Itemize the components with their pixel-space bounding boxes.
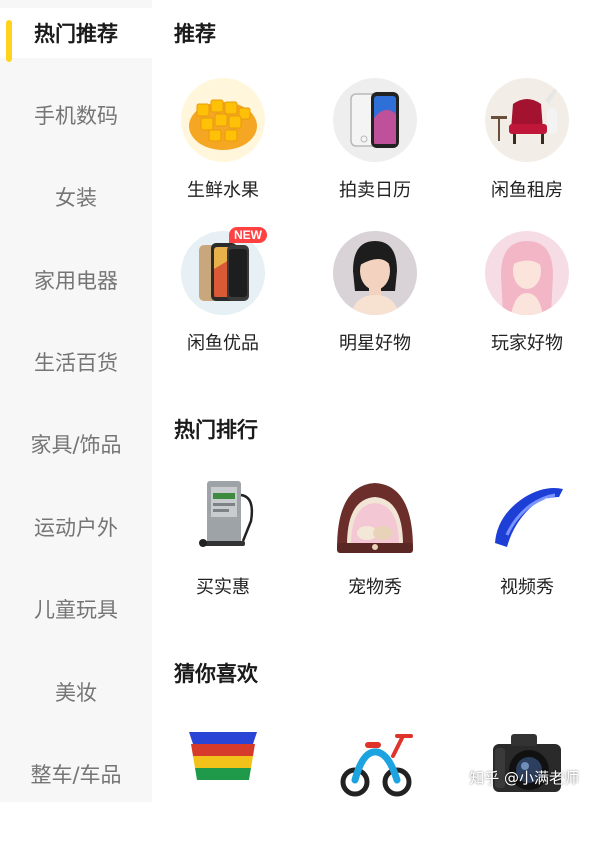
grid-item-label: 闲鱼优品	[187, 333, 259, 354]
armchair-image	[485, 78, 569, 162]
storage-bins-image	[181, 722, 265, 806]
camera-image	[485, 722, 569, 806]
pink-hair-portrait-image	[485, 231, 569, 315]
watermark: 知乎 @小满老师	[469, 769, 579, 787]
sidebar-item-label: 手机数码	[34, 104, 118, 128]
category-sidebar: 热门推荐 手机数码 女装 家用电器 生活百货 家具/饰品 运动户外 儿童玩具 美…	[0, 0, 152, 802]
motorcycle-fender-image	[485, 475, 569, 559]
balance-bike-image	[333, 722, 417, 806]
grid-item-label: 闲鱼租房	[491, 180, 563, 201]
sidebar-item-vehicles[interactable]: 整车/车品	[0, 749, 152, 799]
grid-item-label: 拍卖日历	[339, 180, 411, 201]
new-badge: NEW	[229, 227, 267, 243]
sidebar-item-furniture[interactable]: 家具/饰品	[0, 419, 152, 469]
grid-item-label: 宠物秀	[348, 577, 402, 598]
sidebar-item-womens-wear[interactable]: 女装	[0, 172, 152, 222]
sidebar-item-label: 女装	[55, 186, 97, 210]
grid-item-balance-bike[interactable]	[305, 722, 445, 862]
active-indicator	[6, 20, 12, 62]
sidebar-item-label: 整车/车品	[30, 763, 122, 787]
grid-item-label: 买实惠	[196, 577, 250, 598]
sidebar-item-label: 生活百货	[34, 351, 118, 375]
grid-item-storage-bins[interactable]	[153, 722, 293, 862]
sidebar-item-label: 家具/饰品	[30, 433, 122, 457]
sidebar-item-toys[interactable]: 儿童玩具	[0, 584, 152, 634]
sidebar-item-beauty[interactable]: 美妆	[0, 667, 152, 717]
smartphone-image: NEW	[181, 227, 267, 315]
section-title-recommend: 推荐	[174, 22, 216, 46]
hard-drive-image	[181, 475, 265, 559]
sidebar-item-label: 家用电器	[34, 269, 118, 293]
grid-item-video-show[interactable]: 视频秀	[457, 475, 589, 615]
grid-item-camera[interactable]	[457, 722, 589, 862]
sidebar-item-outdoor[interactable]: 运动户外	[0, 502, 152, 552]
section-title-hot-rank: 热门排行	[174, 418, 258, 442]
grid-item-label: 明星好物	[339, 333, 411, 354]
smartphones-image	[333, 78, 417, 162]
sidebar-item-hot-recommend[interactable]: 热门推荐	[0, 8, 152, 62]
grid-item-pet-show[interactable]: 宠物秀	[305, 475, 445, 615]
grid-item-celebrity-goods[interactable]: 明星好物	[305, 231, 445, 371]
mango-image	[181, 78, 265, 162]
pet-bed-image	[333, 475, 417, 559]
section-title-guess-you-like: 猜你喜欢	[174, 662, 258, 686]
celebrity-portrait-image	[333, 231, 417, 315]
sidebar-item-digital[interactable]: 手机数码	[0, 90, 152, 140]
sidebar-item-label: 儿童玩具	[34, 598, 118, 622]
sidebar-item-daily-goods[interactable]: 生活百货	[0, 337, 152, 387]
grid-item-fresh-fruit[interactable]: 生鲜水果	[153, 78, 293, 218]
grid-item-auction-calendar[interactable]: 拍卖日历	[305, 78, 445, 218]
grid-item-label: 生鲜水果	[187, 180, 259, 201]
grid-item-value-deals[interactable]: 买实惠	[153, 475, 293, 615]
grid-item-player-goods[interactable]: 玩家好物	[457, 231, 589, 371]
sidebar-item-appliances[interactable]: 家用电器	[0, 255, 152, 305]
sidebar-item-label: 美妆	[55, 681, 97, 705]
category-content: 推荐 生鲜水果 拍卖日历 闲鱼租房 NEW 闲鱼优品 明星好物 玩家好物 热门排…	[152, 0, 589, 802]
grid-item-rental[interactable]: 闲鱼租房	[457, 78, 589, 218]
grid-item-label: 玩家好物	[491, 333, 563, 354]
sidebar-item-label: 热门推荐	[34, 22, 118, 46]
grid-item-label: 视频秀	[500, 577, 554, 598]
sidebar-item-label: 运动户外	[34, 516, 118, 540]
grid-item-xianyu-select[interactable]: NEW 闲鱼优品	[153, 227, 293, 371]
